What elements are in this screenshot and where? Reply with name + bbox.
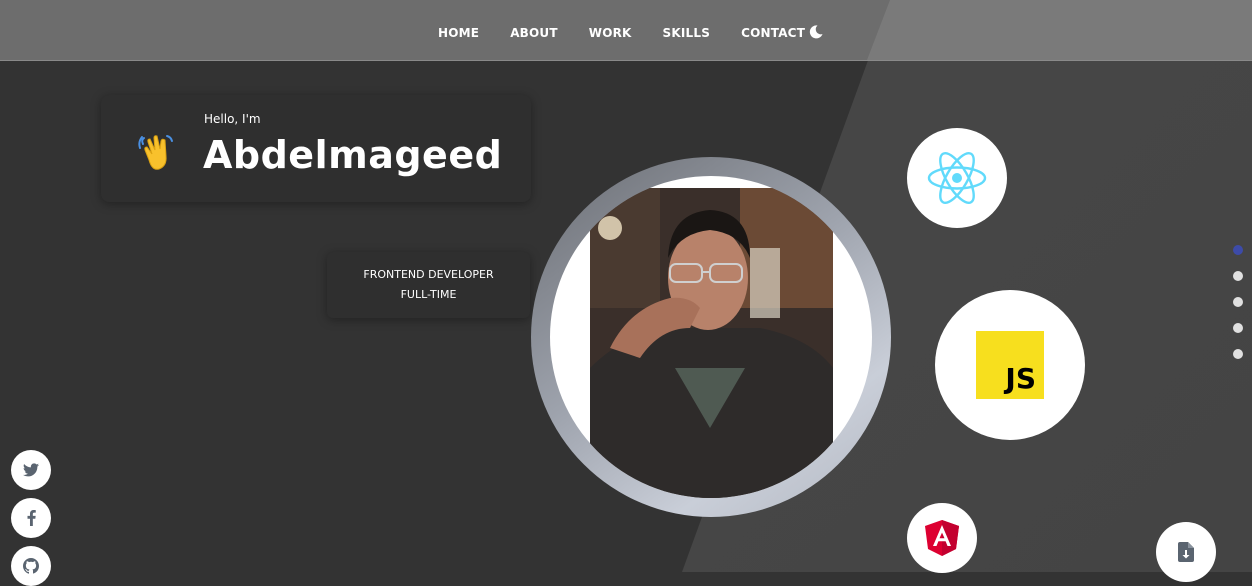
nav-item-home[interactable]: HOME — [438, 26, 479, 40]
role-card — [327, 252, 530, 318]
greeting-text: Hello, I'm — [204, 112, 261, 126]
section-dot-5[interactable] — [1233, 349, 1243, 359]
role-title: FRONTEND DEVELOPER — [363, 268, 494, 281]
download-file-icon — [1178, 542, 1194, 562]
waving-hand-icon — [137, 130, 181, 174]
react-icon — [907, 128, 1007, 228]
hero-name: Abdelmageed — [203, 133, 503, 177]
facebook-button[interactable] — [11, 498, 51, 538]
nav-item-skills[interactable]: SKILLS — [663, 26, 711, 40]
section-dots-nav — [1233, 245, 1243, 375]
javascript-icon: JS — [935, 290, 1085, 440]
section-dot-4[interactable] — [1233, 323, 1243, 333]
twitter-icon — [23, 463, 39, 477]
section-dot-2[interactable] — [1233, 271, 1243, 281]
angular-icon — [907, 503, 977, 573]
nav-item-work[interactable]: WORK — [589, 26, 632, 40]
twitter-button[interactable] — [11, 450, 51, 490]
section-dot-1[interactable] — [1233, 245, 1243, 255]
main-nav: HOME ABOUT WORK SKILLS CONTACT — [438, 26, 836, 40]
download-resume-button[interactable] — [1156, 522, 1216, 582]
role-type: FULL-TIME — [400, 288, 457, 301]
javascript-badge-text: JS — [1005, 362, 1036, 395]
moon-icon[interactable] — [808, 24, 824, 40]
nav-item-about[interactable]: ABOUT — [510, 26, 558, 40]
profile-photo — [550, 176, 872, 498]
nav-item-contact[interactable]: CONTACT — [741, 26, 805, 40]
facebook-icon — [27, 510, 36, 526]
javascript-badge: JS — [976, 331, 1044, 399]
section-dot-3[interactable] — [1233, 297, 1243, 307]
github-button[interactable] — [11, 546, 51, 586]
